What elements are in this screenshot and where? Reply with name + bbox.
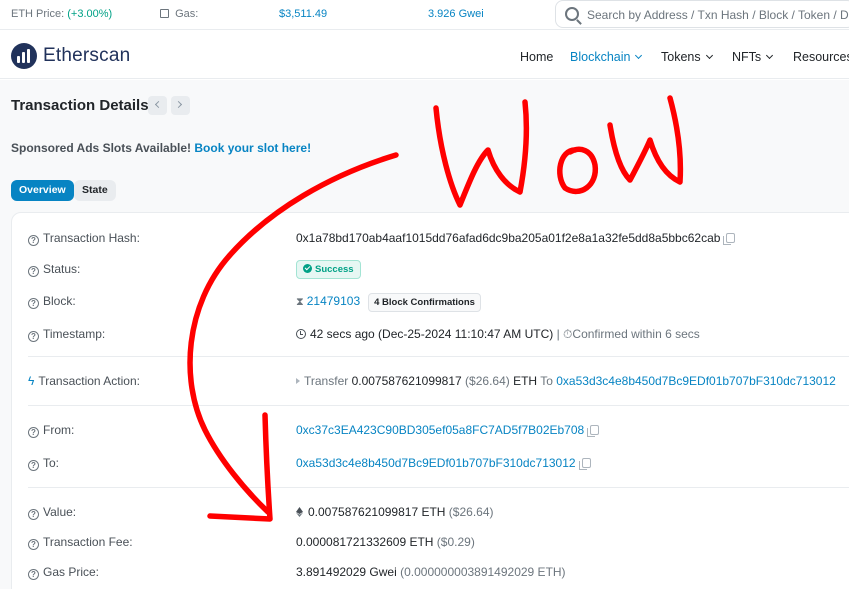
- action-amount: 0.007587621099817: [351, 374, 462, 388]
- chevron-down-icon: [766, 51, 774, 60]
- nav-home[interactable]: Home: [520, 50, 553, 64]
- divider: [28, 356, 849, 357]
- chevron-right-icon: [174, 100, 183, 109]
- help-icon[interactable]: ?: [28, 331, 39, 342]
- block-link[interactable]: 21479103: [307, 294, 360, 308]
- help-icon[interactable]: ?: [28, 509, 39, 520]
- brand-name[interactable]: Etherscan: [43, 45, 130, 67]
- action-unit: ETH: [513, 374, 538, 388]
- confirmed-within-text: Confirmed within 6 secs: [572, 327, 700, 341]
- ads-link[interactable]: Book your slot here!: [194, 141, 311, 155]
- copy-icon[interactable]: [723, 233, 736, 245]
- nav-blockchain[interactable]: Blockchain: [570, 50, 643, 64]
- tx-hash-label: ? Transaction Hash:: [28, 231, 140, 246]
- main-header: Etherscan Home Blockchain Tokens NFTs Re…: [0, 31, 849, 79]
- nav-tokens[interactable]: Tokens: [661, 50, 713, 64]
- nav-tokens-label: Tokens: [661, 50, 701, 64]
- gas-price-top: Gas: 3.926 Gwei: [160, 8, 484, 20]
- action-to-address-link[interactable]: 0xa53d3c4e8b450d7Bc9EDf01b707bF310dc7130…: [556, 374, 836, 388]
- help-icon[interactable]: ?: [28, 298, 39, 309]
- top-bar: ETH Price: $3,511.49 (+3.00%) Gas: 3.926…: [0, 0, 849, 30]
- help-icon[interactable]: ?: [28, 460, 39, 471]
- search-icon: [565, 7, 579, 21]
- eth-price-value[interactable]: $3,511.49: [279, 8, 327, 20]
- chevron-left-icon: [154, 100, 163, 109]
- help-icon[interactable]: ?: [28, 569, 39, 580]
- ethereum-icon: [296, 507, 303, 517]
- nav-resources[interactable]: Resources: [793, 50, 849, 64]
- fee-text: 0.000081721332609 ETH: [296, 535, 434, 549]
- from-label: ? From:: [28, 423, 74, 438]
- ads-text: Sponsored Ads Slots Available!: [11, 141, 192, 155]
- gas-price-text: 3.891492029 Gwei: [296, 565, 397, 579]
- check-circle-icon: [303, 264, 312, 273]
- nav-blockchain-label: Blockchain: [570, 50, 631, 64]
- value-text: 0.007587621099817 ETH: [308, 505, 446, 519]
- tx-hash-text: 0x1a78bd170ab4aaf1015dd76afad6dc9ba205a0…: [296, 231, 721, 245]
- sponsored-ads-banner: Sponsored Ads Slots Available! Book your…: [11, 141, 311, 155]
- value-value: 0.007587621099817 ETH ($26.64): [296, 505, 494, 519]
- chevron-down-icon: [635, 51, 643, 60]
- gas-pump-icon: [160, 9, 169, 18]
- nav-nfts[interactable]: NFTs: [732, 50, 774, 64]
- clock-icon: [296, 329, 306, 339]
- status-value: Success: [296, 260, 361, 279]
- help-icon[interactable]: ?: [28, 427, 39, 438]
- divider: [28, 405, 849, 406]
- tx-action-label: ϟ Transaction Action:: [28, 374, 140, 388]
- action-prefix: Transfer: [304, 374, 349, 388]
- tx-fee-value: 0.000081721332609 ETH ($0.29): [296, 535, 475, 549]
- search-input[interactable]: Search by Address / Txn Hash / Block / T…: [555, 0, 849, 28]
- from-address-link[interactable]: 0xc37c3EA423C90BD305ef05a8FC7AD5f7B02Eb7…: [296, 423, 584, 437]
- tx-hash-value: 0x1a78bd170ab4aaf1015dd76afad6dc9ba205a0…: [296, 231, 736, 245]
- to-label: ? To:: [28, 456, 59, 471]
- timestamp-value: 42 secs ago (Dec-25-2024 11:10:47 AM UTC…: [296, 327, 700, 342]
- next-tx-button[interactable]: [171, 96, 190, 115]
- caret-right-icon[interactable]: [296, 378, 300, 384]
- stopwatch-icon: ⏱: [563, 327, 573, 341]
- block-label: ? Block:: [28, 294, 76, 309]
- timestamp-text: 42 secs ago (Dec-25-2024 11:10:47 AM UTC…: [310, 327, 554, 341]
- timestamp-label: ? Timestamp:: [28, 327, 105, 342]
- gas-price-eth: (0.000000003891492029 ETH): [400, 565, 566, 579]
- tab-state[interactable]: State: [74, 180, 116, 201]
- value-usd: ($26.64): [448, 505, 494, 519]
- gas-price-label: ? Gas Price:: [28, 565, 99, 580]
- gas-label: Gas:: [175, 8, 199, 20]
- eth-price-label: ETH Price:: [11, 8, 65, 20]
- eth-price: ETH Price: $3,511.49 (+3.00%): [11, 8, 327, 20]
- hourglass-icon: ⧗: [296, 296, 304, 308]
- from-value: 0xc37c3EA423C90BD305ef05a8FC7AD5f7B02Eb7…: [296, 423, 600, 437]
- confirmations-badge: 4 Block Confirmations: [368, 293, 481, 312]
- copy-icon[interactable]: [578, 458, 591, 470]
- to-address-link[interactable]: 0xa53d3c4e8b450d7Bc9EDf01b707bF310dc7130…: [296, 456, 576, 470]
- tx-fee-label: ? Transaction Fee:: [28, 535, 133, 550]
- prev-tx-button[interactable]: [148, 96, 167, 115]
- status-label: ? Status:: [28, 262, 80, 277]
- action-usd: ($26.64): [465, 374, 510, 388]
- chevron-down-icon: [705, 51, 713, 60]
- to-value: 0xa53d3c4e8b450d7Bc9EDf01b707bF310dc7130…: [296, 456, 591, 470]
- lightning-icon: ϟ: [28, 374, 35, 388]
- tx-action-value: Transfer 0.007587621099817 ($26.64) ETH …: [296, 374, 836, 388]
- nav-nfts-label: NFTs: [732, 50, 762, 64]
- divider: [28, 487, 849, 488]
- action-to: To: [540, 374, 553, 388]
- help-icon[interactable]: ?: [28, 539, 39, 550]
- tab-overview[interactable]: Overview: [11, 180, 74, 201]
- block-value: ⧗ 21479103 4 Block Confirmations: [296, 293, 481, 312]
- copy-icon[interactable]: [587, 425, 600, 437]
- gas-value[interactable]: 3.926 Gwei: [428, 8, 484, 20]
- details-card: [11, 212, 849, 589]
- eth-price-change: (+3.00%): [67, 8, 113, 20]
- fee-usd: ($0.29): [436, 535, 475, 549]
- etherscan-logo-icon[interactable]: [11, 43, 37, 69]
- value-label: ? Value:: [28, 505, 76, 520]
- search-placeholder: Search by Address / Txn Hash / Block / T…: [587, 8, 849, 22]
- help-icon[interactable]: ?: [28, 235, 39, 246]
- page-title: Transaction Details: [11, 97, 149, 114]
- status-badge: Success: [296, 260, 361, 279]
- help-icon[interactable]: ?: [28, 266, 39, 277]
- gas-price-value: 3.891492029 Gwei (0.000000003891492029 E…: [296, 565, 566, 579]
